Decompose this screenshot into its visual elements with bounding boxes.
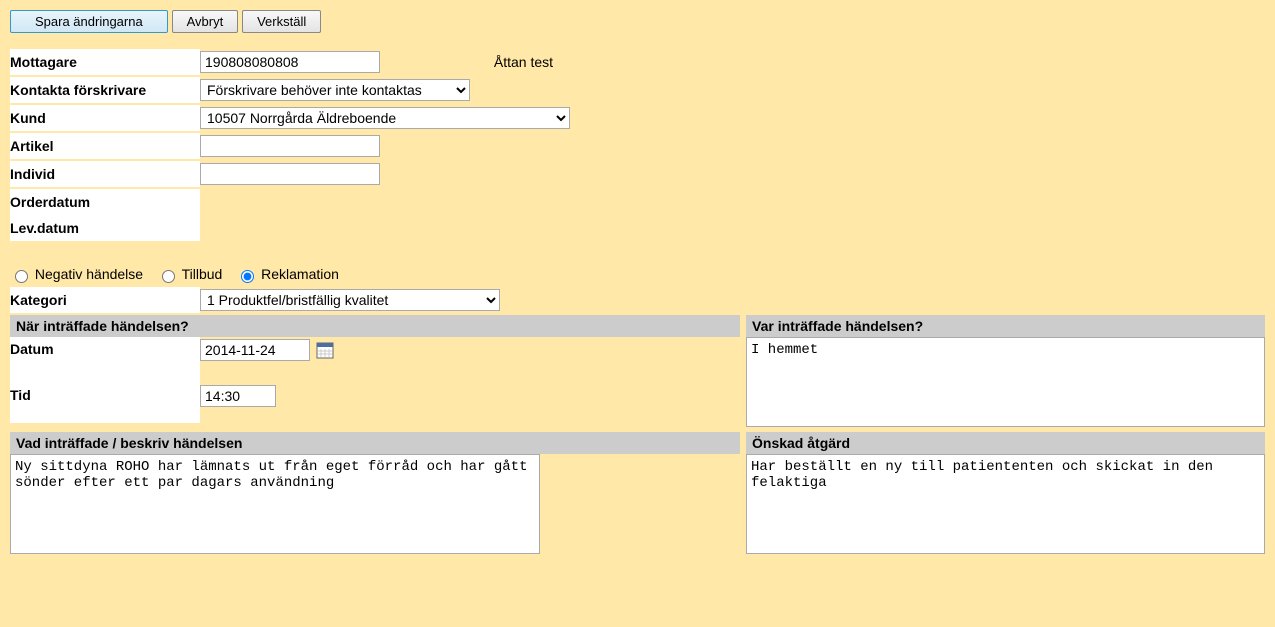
radio-tillbud-text: Tillbud	[182, 266, 223, 282]
mottagare-name-text: Åttan test	[384, 54, 553, 70]
type-radio-group: Negativ händelse Tillbud Reklamation	[10, 265, 1265, 283]
save-button[interactable]: Spara ändringarna	[10, 10, 168, 33]
section-atgard-header: Önskad åtgärd	[746, 432, 1265, 454]
label-individ: Individ	[10, 161, 200, 187]
label-kontakta: Kontakta förskrivare	[10, 77, 200, 103]
section-var-header: Var inträffade händelsen?	[746, 315, 1265, 337]
radio-tillbud-label[interactable]: Tillbud	[157, 266, 226, 282]
apply-button[interactable]: Verkställ	[242, 10, 321, 33]
label-kund: Kund	[10, 105, 200, 131]
calendar-icon[interactable]	[316, 341, 334, 359]
toolbar: Spara ändringarna Avbryt Verkställ	[10, 10, 1265, 33]
kund-select[interactable]: 10507 Norrgårda Äldreboende	[200, 107, 570, 129]
radio-reklamation[interactable]	[241, 270, 254, 283]
tid-input[interactable]	[200, 385, 276, 407]
label-tid: Tid	[10, 383, 200, 423]
label-kategori: Kategori	[10, 287, 200, 313]
radio-reklamation-text: Reklamation	[261, 266, 339, 282]
cancel-button[interactable]: Avbryt	[172, 10, 239, 33]
label-datum: Datum	[10, 337, 200, 383]
form-table: Mottagare Åttan test Kontakta förskrivar…	[10, 49, 570, 241]
var-intraffade-textarea[interactable]	[746, 337, 1265, 427]
radio-negativ-text: Negativ händelse	[35, 266, 143, 282]
datum-input[interactable]	[200, 339, 310, 361]
mottagare-input[interactable]	[200, 51, 380, 73]
radio-negativ[interactable]	[15, 270, 28, 283]
vad-intraffade-textarea[interactable]	[10, 454, 540, 554]
radio-tillbud[interactable]	[162, 270, 175, 283]
section-vad-header: Vad inträffade / beskriv händelsen	[10, 432, 740, 454]
individ-input[interactable]	[200, 163, 380, 185]
label-artikel: Artikel	[10, 133, 200, 159]
radio-reklamation-label[interactable]: Reklamation	[236, 266, 339, 282]
kategori-select[interactable]: 1 Produktfel/bristfällig kvalitet	[200, 289, 500, 311]
kontakta-select[interactable]: Förskrivare behöver inte kontaktas	[200, 79, 470, 101]
label-orderdatum: Orderdatum	[10, 189, 200, 215]
label-levdatum: Lev.datum	[10, 215, 200, 241]
artikel-input[interactable]	[200, 135, 380, 157]
radio-negativ-label[interactable]: Negativ händelse	[10, 266, 147, 282]
kategori-row: Kategori 1 Produktfel/bristfällig kvalit…	[10, 287, 500, 313]
onskad-atgard-textarea[interactable]	[746, 454, 1265, 554]
section-nar-header: När inträffade händelsen?	[10, 315, 740, 337]
label-mottagare: Mottagare	[10, 49, 200, 75]
